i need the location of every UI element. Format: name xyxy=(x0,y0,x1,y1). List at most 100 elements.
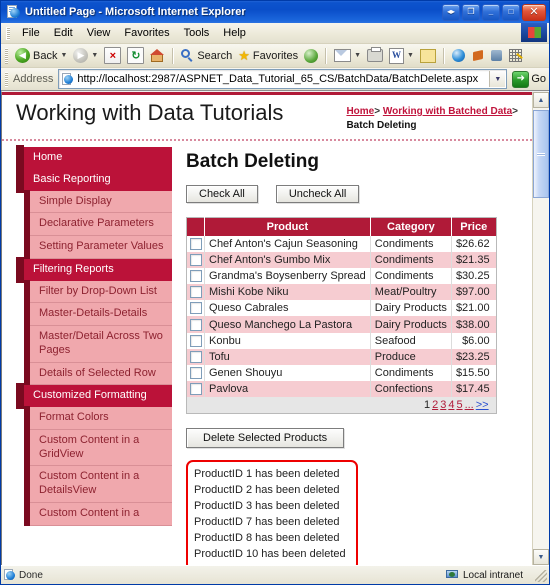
sidebar-item-basic-reporting[interactable]: Basic Reporting xyxy=(16,166,172,193)
edit-dropdown-icon[interactable]: ▼ xyxy=(407,52,414,59)
refresh-button[interactable] xyxy=(124,46,147,66)
pager-page-2[interactable]: 2 xyxy=(432,399,438,411)
deletion-messages-panel: ProductID 1 has been deleted ProductID 2 … xyxy=(186,459,358,565)
sidebar-item-declarative-parameters[interactable]: Declarative Parameters xyxy=(24,212,172,236)
forward-button[interactable]: ▶ ▼ xyxy=(70,46,101,66)
checkbox-icon[interactable] xyxy=(190,350,202,363)
menu-help[interactable]: Help xyxy=(216,25,253,41)
menu-tools[interactable]: Tools xyxy=(177,25,217,41)
pager-page-3[interactable]: 3 xyxy=(440,399,446,411)
row-checkbox-cell[interactable] xyxy=(186,236,205,253)
security-zone[interactable]: Local intranet xyxy=(445,569,549,581)
stop-button[interactable] xyxy=(101,46,124,66)
sidebar-item-details-of-selected-row[interactable]: Details of Selected Row xyxy=(24,361,172,386)
delete-selected-products-button[interactable]: Delete Selected Products xyxy=(186,427,345,448)
messenger-button[interactable] xyxy=(468,46,487,66)
group-button[interactable]: ❐ xyxy=(462,3,480,21)
pager-page-4[interactable]: 4 xyxy=(448,399,454,411)
resize-grip[interactable] xyxy=(535,570,547,582)
checkbox-icon[interactable] xyxy=(190,318,202,331)
table-row: Grandma's Boysenberry Spread Condiments $3… xyxy=(186,268,497,285)
msn-button[interactable] xyxy=(449,46,468,66)
checkbox-icon[interactable] xyxy=(190,334,202,347)
breadcrumb-current: Batch Deleting xyxy=(346,119,417,131)
scrollbar-track[interactable] xyxy=(533,108,549,549)
notes-button[interactable] xyxy=(417,46,439,66)
checkbox-icon[interactable] xyxy=(190,270,202,283)
pager-current-page: 1 xyxy=(423,398,431,411)
grid-button[interactable] xyxy=(506,46,525,66)
research-button[interactable] xyxy=(487,46,506,66)
intranet-zone-icon xyxy=(445,569,459,581)
sidebar-item-custom-content-partial[interactable]: Custom Content in a xyxy=(24,501,172,526)
checkbox-icon[interactable] xyxy=(190,382,202,395)
go-button[interactable]: Go xyxy=(510,70,546,88)
checkbox-icon[interactable] xyxy=(190,366,202,379)
restore-group-button[interactable]: ◂▸ xyxy=(442,3,460,21)
pager-ellipsis[interactable]: ... xyxy=(465,399,474,411)
sidebar-item-customized-formatting[interactable]: Customized Formatting xyxy=(16,383,172,409)
row-checkbox-cell[interactable] xyxy=(186,364,205,381)
print-button[interactable] xyxy=(364,46,386,66)
sidebar-item-filtering-reports[interactable]: Filtering Reports xyxy=(16,256,172,283)
search-button[interactable]: Search xyxy=(178,46,235,66)
checkbox-icon[interactable] xyxy=(190,238,202,251)
grid-header-row: Product Category Price xyxy=(186,217,497,236)
back-dropdown-icon[interactable]: ▼ xyxy=(60,52,67,59)
checkbox-icon[interactable] xyxy=(190,286,202,299)
scroll-down-button[interactable]: ▼ xyxy=(533,549,549,565)
scroll-up-button[interactable]: ▲ xyxy=(533,92,549,108)
pager-next-link[interactable]: >> xyxy=(476,399,489,411)
column-header-checkbox xyxy=(186,217,205,236)
favorites-button[interactable]: ★ Favorites xyxy=(235,46,301,66)
sidebar-item-filter-by-dropdown-list[interactable]: Filter by Drop-Down List xyxy=(24,279,172,304)
pager-page-5[interactable]: 5 xyxy=(456,399,462,411)
forward-dropdown-icon[interactable]: ▼ xyxy=(91,52,98,59)
address-input[interactable]: http://localhost:2987/ASPNET_Data_Tutori… xyxy=(58,69,508,89)
menu-file[interactable]: File xyxy=(15,25,47,41)
menu-view[interactable]: View xyxy=(80,25,118,41)
address-grip[interactable] xyxy=(5,71,8,87)
maximize-button[interactable]: □ xyxy=(502,3,520,21)
row-checkbox-cell[interactable] xyxy=(186,284,205,301)
address-dropdown-icon[interactable]: ▼ xyxy=(489,71,506,87)
mail-dropdown-icon[interactable]: ▼ xyxy=(354,52,361,59)
row-checkbox-cell[interactable] xyxy=(186,348,205,365)
maximize-glyph: □ xyxy=(508,7,514,16)
home-button[interactable] xyxy=(147,46,168,66)
checkbox-icon[interactable] xyxy=(190,254,202,267)
sidebar-item-home[interactable]: Home xyxy=(16,145,172,171)
row-checkbox-cell[interactable] xyxy=(186,316,205,333)
mail-button[interactable]: ▼ xyxy=(331,46,364,66)
row-checkbox-cell[interactable] xyxy=(186,332,205,349)
pager-cell: 1 2 3 4 5... >> xyxy=(186,396,497,414)
sidebar-item-master-details-details[interactable]: Master-Details-Details xyxy=(24,302,172,326)
row-checkbox-cell[interactable] xyxy=(186,380,205,397)
row-checkbox-cell[interactable] xyxy=(186,268,205,285)
back-button[interactable]: ◀ Back ▼ xyxy=(12,46,70,66)
check-all-button[interactable]: Check All xyxy=(186,185,258,203)
breadcrumb-section-link[interactable]: Working with Batched Data xyxy=(383,106,512,117)
breadcrumb-home-link[interactable]: Home xyxy=(346,106,374,117)
sidebar-item-format-colors[interactable]: Format Colors xyxy=(24,406,172,430)
menu-edit[interactable]: Edit xyxy=(47,25,80,41)
cell-product: Tofu xyxy=(204,348,371,365)
edit-button[interactable]: W ▼ xyxy=(386,46,417,66)
close-button[interactable]: ✕ xyxy=(522,3,546,21)
sidebar-item-setting-parameter-values[interactable]: Setting Parameter Values xyxy=(24,235,172,259)
menu-grip[interactable] xyxy=(6,26,10,40)
uncheck-all-button[interactable]: Uncheck All xyxy=(275,185,360,203)
toolbar-grip[interactable] xyxy=(5,47,8,64)
scrollbar-thumb[interactable] xyxy=(533,110,549,198)
sidebar-item-custom-content-gridview[interactable]: Custom Content in a GridView xyxy=(24,428,172,467)
sidebar-item-simple-display[interactable]: Simple Display xyxy=(24,189,172,214)
minimize-button[interactable]: _ xyxy=(482,3,500,21)
row-checkbox-cell[interactable] xyxy=(186,252,205,269)
menu-favorites[interactable]: Favorites xyxy=(117,25,176,41)
history-button[interactable] xyxy=(301,46,321,66)
sidebar-item-master-detail-across-two-pages[interactable]: Master/Detail Across Two Pages xyxy=(24,325,172,363)
vertical-scrollbar[interactable]: ▲ ▼ xyxy=(532,92,549,565)
checkbox-icon[interactable] xyxy=(190,302,202,315)
sidebar-item-custom-content-detailsview[interactable]: Custom Content in a DetailsView xyxy=(24,465,172,503)
row-checkbox-cell[interactable] xyxy=(186,300,205,317)
